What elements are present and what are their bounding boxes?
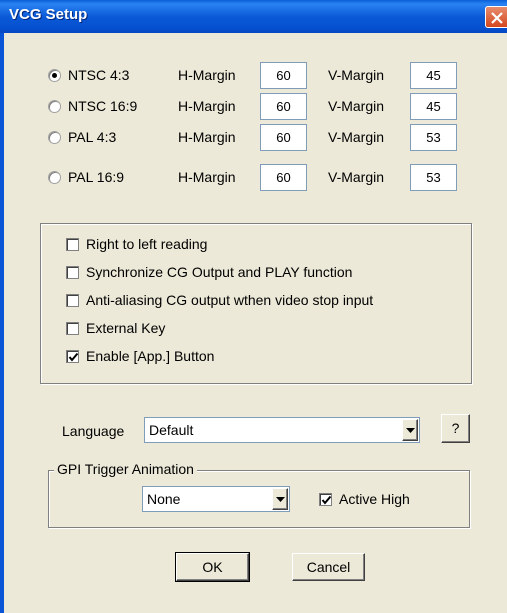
h-margin-label: H-Margin	[178, 67, 236, 83]
radio-pal-4-3[interactable]	[48, 131, 61, 144]
v-margin-label: V-Margin	[328, 169, 385, 185]
checkbox[interactable]	[66, 238, 79, 251]
v-margin-input-ntsc-4-3[interactable]	[410, 62, 457, 89]
language-dropdown-button[interactable]	[402, 419, 418, 441]
checkbox[interactable]	[66, 294, 79, 307]
checkbox-label: Anti-aliasing CG output wthen video stop…	[86, 292, 374, 308]
gpi-group-title: GPI Trigger Animation	[54, 461, 197, 477]
checkmark-icon	[321, 495, 332, 505]
radio-label: NTSC 4:3	[68, 67, 130, 83]
window-frame-left	[0, 33, 4, 613]
v-margin-label: V-Margin	[328, 98, 385, 114]
radio-ntsc-16-9[interactable]	[48, 100, 61, 113]
v-margin-label: V-Margin	[328, 129, 385, 145]
vcg-setup-dialog: VCG Setup NTSC 4:3 H-Margin V-Margin NTS…	[0, 0, 507, 613]
cancel-button[interactable]: Cancel	[292, 553, 365, 581]
help-button[interactable]: ?	[441, 414, 470, 443]
h-margin-input-pal-16-9[interactable]	[260, 164, 307, 191]
close-button[interactable]	[485, 6, 507, 28]
checkbox[interactable]	[66, 266, 79, 279]
checkbox-label: Synchronize CG Output and PLAY function	[86, 264, 353, 280]
checkbox[interactable]	[66, 322, 79, 335]
checkmark-icon	[68, 352, 79, 362]
radio-ntsc-4-3[interactable]	[48, 69, 61, 82]
chevron-down-icon	[276, 497, 285, 502]
h-margin-label: H-Margin	[178, 169, 236, 185]
checkbox[interactable]	[66, 350, 79, 363]
h-margin-label: H-Margin	[178, 129, 236, 145]
chevron-down-icon	[406, 428, 415, 433]
checkbox-label: External Key	[86, 320, 166, 336]
close-icon	[491, 12, 503, 24]
radio-label: PAL 16:9	[68, 169, 125, 185]
checkbox[interactable]	[319, 493, 332, 506]
title-bar: VCG Setup	[0, 0, 507, 33]
h-margin-input-ntsc-16-9[interactable]	[260, 93, 307, 120]
window-title: VCG Setup	[9, 6, 88, 23]
v-margin-input-pal-4-3[interactable]	[410, 124, 457, 151]
h-margin-input-ntsc-4-3[interactable]	[260, 62, 307, 89]
h-margin-input-pal-4-3[interactable]	[260, 124, 307, 151]
active-high-label: Active High	[339, 491, 410, 507]
gpi-value: None	[147, 491, 181, 507]
h-margin-label: H-Margin	[178, 98, 236, 114]
radio-pal-16-9[interactable]	[48, 171, 61, 184]
language-value: Default	[149, 422, 194, 438]
checkbox-label: Right to left reading	[86, 236, 208, 252]
gpi-dropdown-button[interactable]	[272, 488, 288, 510]
v-margin-input-pal-16-9[interactable]	[410, 164, 457, 191]
language-select[interactable]: Default	[144, 417, 420, 443]
radio-label: PAL 4:3	[68, 129, 117, 145]
language-label: Language	[62, 423, 125, 439]
checkbox-label: Enable [App.] Button	[86, 348, 215, 364]
radio-label: NTSC 16:9	[68, 98, 138, 114]
v-margin-input-ntsc-16-9[interactable]	[410, 93, 457, 120]
ok-button[interactable]: OK	[175, 552, 250, 582]
v-margin-label: V-Margin	[328, 67, 385, 83]
gpi-select[interactable]: None	[142, 486, 290, 512]
